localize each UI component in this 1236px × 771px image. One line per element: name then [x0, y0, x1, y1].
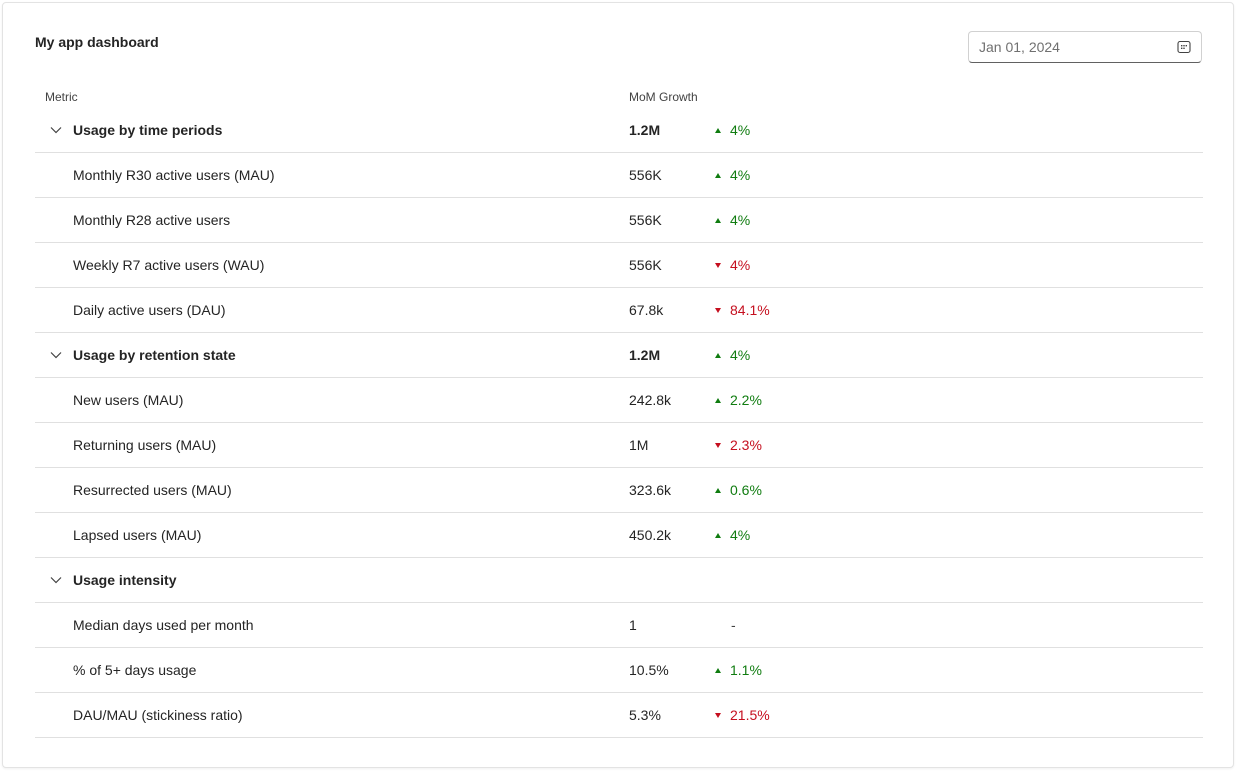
metric-value: 323.6k: [629, 482, 672, 498]
arrow-up-icon: [715, 127, 721, 133]
metric-label: Resurrected users (MAU): [73, 482, 232, 498]
table-row: Weekly R7 active users (WAU) 556K 4%: [35, 243, 1203, 288]
metric-label: Returning users (MAU): [73, 437, 217, 453]
growth-cell: 4%: [715, 257, 750, 273]
group-label: Usage by retention state: [73, 347, 236, 363]
metric-value: 67.8k: [629, 302, 664, 318]
group-row[interactable]: Usage by time periods 1.2M 4%: [35, 108, 1203, 153]
arrow-up-icon: [715, 172, 721, 178]
growth-cell: 84.1%: [715, 302, 770, 318]
metric-label: DAU/MAU (stickiness ratio): [73, 707, 243, 723]
arrow-down-icon: [715, 712, 721, 718]
growth-cell: 1.1%: [715, 662, 762, 678]
growth-cell: 21.5%: [715, 707, 770, 723]
table-row: Monthly R28 active users 556K 4%: [35, 198, 1203, 243]
metric-label: Weekly R7 active users (WAU): [73, 257, 265, 273]
table-row: Lapsed users (MAU) 450.2k 4%: [35, 513, 1203, 558]
metric-label: Monthly R30 active users (MAU): [73, 167, 275, 183]
metric-value: 242.8k: [629, 392, 672, 408]
arrow-up-icon: [715, 397, 721, 403]
growth-value: 0.6%: [730, 482, 762, 498]
metric-value: 5.3%: [629, 707, 661, 723]
growth-cell: 2.2%: [715, 392, 762, 408]
column-header-mom-growth: MoM Growth: [629, 90, 698, 104]
growth-value: 4%: [730, 347, 751, 363]
growth-value: 1.1%: [730, 662, 762, 678]
growth-cell: -: [715, 617, 736, 633]
metric-label: Monthly R28 active users: [73, 212, 231, 228]
arrow-up-icon: [715, 487, 721, 493]
growth-cell: 4%: [715, 122, 750, 138]
arrow-down-icon: [715, 262, 721, 268]
growth-value: 4%: [730, 212, 751, 228]
growth-cell: 0.6%: [715, 482, 762, 498]
table-row: New users (MAU) 242.8k 2.2%: [35, 378, 1203, 423]
group-row[interactable]: Usage intensity: [35, 558, 1203, 603]
growth-cell: 2.3%: [715, 437, 762, 453]
growth-cell: 4%: [715, 527, 750, 543]
arrow-up-icon: [715, 532, 721, 538]
growth-value: 4%: [730, 167, 751, 183]
arrow-up-icon: [715, 217, 721, 223]
metric-value: 1: [629, 617, 637, 633]
arrow-up-icon: [715, 352, 721, 358]
calendar-icon[interactable]: [1177, 40, 1191, 54]
growth-value: 21.5%: [730, 707, 770, 723]
table-body: Usage by time periods 1.2M 4% Monthly R30 a…: [35, 108, 1203, 738]
chevron-down-icon[interactable]: [49, 123, 63, 137]
arrow-down-icon: [715, 307, 721, 313]
table-row: Median days used per month 1 -: [35, 603, 1203, 648]
metric-label: Median days used per month: [73, 617, 254, 633]
table-row: Returning users (MAU) 1M 2.3%: [35, 423, 1203, 468]
chevron-down-icon[interactable]: [49, 348, 63, 362]
metric-value: 1M: [629, 437, 649, 453]
growth-value: 84.1%: [730, 302, 770, 318]
column-header-metric: Metric: [45, 90, 78, 104]
group-label: Usage intensity: [73, 572, 177, 588]
arrow-down-icon: [715, 442, 721, 448]
group-value: 1.2M: [629, 347, 661, 363]
dashboard-card: My app dashboard Metric MoM Growth Usage…: [2, 2, 1234, 768]
metric-value: 10.5%: [629, 662, 669, 678]
growth-value: 2.3%: [730, 437, 762, 453]
metric-label: % of 5+ days usage: [73, 662, 197, 678]
metric-label: Lapsed users (MAU): [73, 527, 202, 543]
growth-value: 4%: [730, 122, 751, 138]
metric-value: 556K: [629, 257, 662, 273]
metric-label: Daily active users (DAU): [73, 302, 226, 318]
metric-value: 450.2k: [629, 527, 672, 543]
date-picker[interactable]: [968, 31, 1202, 63]
table-row: DAU/MAU (stickiness ratio) 5.3% 21.5%: [35, 693, 1203, 738]
growth-value: 2.2%: [730, 392, 762, 408]
table-header: Metric MoM Growth: [35, 87, 1203, 108]
table-row: Daily active users (DAU) 67.8k 84.1%: [35, 288, 1203, 333]
growth-value: -: [731, 617, 736, 633]
chevron-down-icon[interactable]: [49, 573, 63, 587]
table-row: Monthly R30 active users (MAU) 556K 4%: [35, 153, 1203, 198]
group-value: 1.2M: [629, 122, 661, 138]
metric-value: 556K: [629, 212, 662, 228]
group-label: Usage by time periods: [73, 122, 223, 138]
growth-value: 4%: [730, 257, 751, 273]
metric-label: New users (MAU): [73, 392, 184, 408]
growth-value: 4%: [730, 527, 751, 543]
metric-value: 556K: [629, 167, 662, 183]
growth-cell: 4%: [715, 347, 750, 363]
group-row[interactable]: Usage by retention state 1.2M 4%: [35, 333, 1203, 378]
growth-cell: 4%: [715, 212, 750, 228]
table-row: % of 5+ days usage 10.5% 1.1%: [35, 648, 1203, 693]
table-row: Resurrected users (MAU) 323.6k 0.6%: [35, 468, 1203, 513]
arrow-up-icon: [715, 667, 721, 673]
growth-cell: 4%: [715, 167, 750, 183]
metrics-table: Metric MoM Growth Usage by time periods 1…: [35, 87, 1203, 738]
date-input[interactable]: [979, 39, 1177, 55]
page-title: My app dashboard: [35, 34, 159, 50]
